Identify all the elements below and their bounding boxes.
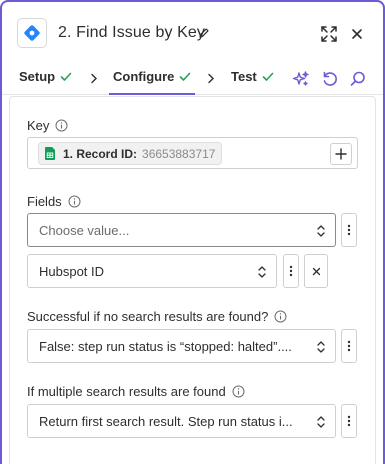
tab-test[interactable]: Test bbox=[231, 69, 274, 84]
close-icon bbox=[312, 267, 320, 275]
updown-chevron-icon bbox=[317, 225, 325, 237]
no-results-options-button[interactable] bbox=[341, 329, 357, 363]
record-id-pill[interactable]: 1. Record ID: 36653883717 bbox=[38, 142, 223, 165]
tab-configure[interactable]: Configure bbox=[113, 69, 191, 84]
step-title: 2. Find Issue by Key bbox=[58, 24, 205, 41]
step-tabs: Setup Configure Test bbox=[2, 61, 383, 95]
search-icon[interactable] bbox=[349, 70, 367, 93]
field-options-button[interactable] bbox=[341, 213, 357, 247]
add-value-button[interactable] bbox=[330, 143, 352, 165]
no-results-label-row: Successful if no search results are foun… bbox=[27, 309, 287, 324]
no-results-value: False: step run status is “stopped: halt… bbox=[39, 338, 292, 354]
info-icon[interactable] bbox=[274, 310, 287, 323]
jira-app-icon bbox=[17, 18, 47, 48]
key-label: Key bbox=[27, 118, 50, 133]
hubspot-id-select[interactable]: Hubspot ID bbox=[27, 254, 277, 288]
tab-test-label: Test bbox=[231, 69, 257, 84]
active-tab-indicator bbox=[109, 93, 195, 95]
chevron-right-icon bbox=[208, 73, 214, 84]
tab-setup[interactable]: Setup bbox=[19, 69, 72, 84]
tab-setup-label: Setup bbox=[19, 69, 56, 84]
multiple-results-select[interactable]: Return first search result. Step run sta… bbox=[27, 404, 336, 438]
kebab-icon bbox=[347, 415, 351, 427]
close-icon[interactable] bbox=[351, 27, 363, 45]
multiple-results-options-button[interactable] bbox=[341, 404, 357, 438]
chevron-right-icon bbox=[91, 73, 97, 84]
fields-label: Fields bbox=[27, 194, 62, 209]
panel-header: 2. Find Issue by Key bbox=[2, 2, 383, 56]
no-results-select[interactable]: False: step run status is “stopped: halt… bbox=[27, 329, 336, 363]
ai-sparkle-icon[interactable] bbox=[292, 70, 310, 93]
tab-configure-label: Configure bbox=[113, 69, 175, 84]
no-results-label: Successful if no search results are foun… bbox=[27, 309, 269, 324]
choose-value-placeholder: Choose value... bbox=[39, 222, 130, 238]
kebab-icon bbox=[347, 340, 351, 352]
pencil-icon[interactable] bbox=[198, 26, 210, 44]
key-input[interactable]: 1. Record ID: 36653883717 bbox=[27, 137, 358, 169]
info-icon[interactable] bbox=[232, 385, 245, 398]
google-sheets-icon bbox=[45, 147, 55, 160]
check-icon bbox=[262, 72, 274, 81]
pill-label: 1. Record ID: bbox=[63, 146, 138, 161]
expand-icon[interactable] bbox=[320, 25, 338, 48]
pill-value: 36653883717 bbox=[142, 146, 216, 161]
updown-chevron-icon bbox=[258, 266, 266, 278]
step-editor-panel: 2. Find Issue by Key Setup Configure Tes… bbox=[0, 0, 385, 464]
kebab-icon bbox=[347, 224, 351, 236]
kebab-icon bbox=[289, 265, 293, 277]
configure-form: Key 1. Record ID: 36653883717 Fields Cho… bbox=[2, 96, 383, 464]
refresh-icon[interactable] bbox=[321, 70, 339, 93]
multiple-results-label: If multiple search results are found bbox=[27, 384, 226, 399]
updown-chevron-icon bbox=[317, 416, 325, 428]
fields-label-row: Fields bbox=[27, 194, 81, 209]
hubspot-options-button[interactable] bbox=[283, 254, 299, 288]
info-icon[interactable] bbox=[55, 119, 68, 132]
key-label-row: Key bbox=[27, 118, 68, 133]
updown-chevron-icon bbox=[317, 341, 325, 353]
hubspot-id-value: Hubspot ID bbox=[39, 263, 105, 279]
check-icon bbox=[180, 72, 191, 81]
multiple-results-value: Return first search result. Step run sta… bbox=[39, 413, 293, 429]
remove-field-button[interactable] bbox=[304, 254, 328, 288]
choose-value-select[interactable]: Choose value... bbox=[27, 213, 336, 247]
check-icon bbox=[60, 72, 72, 81]
info-icon[interactable] bbox=[68, 195, 81, 208]
multiple-results-label-row: If multiple search results are found bbox=[27, 384, 245, 399]
plus-icon bbox=[335, 148, 347, 160]
